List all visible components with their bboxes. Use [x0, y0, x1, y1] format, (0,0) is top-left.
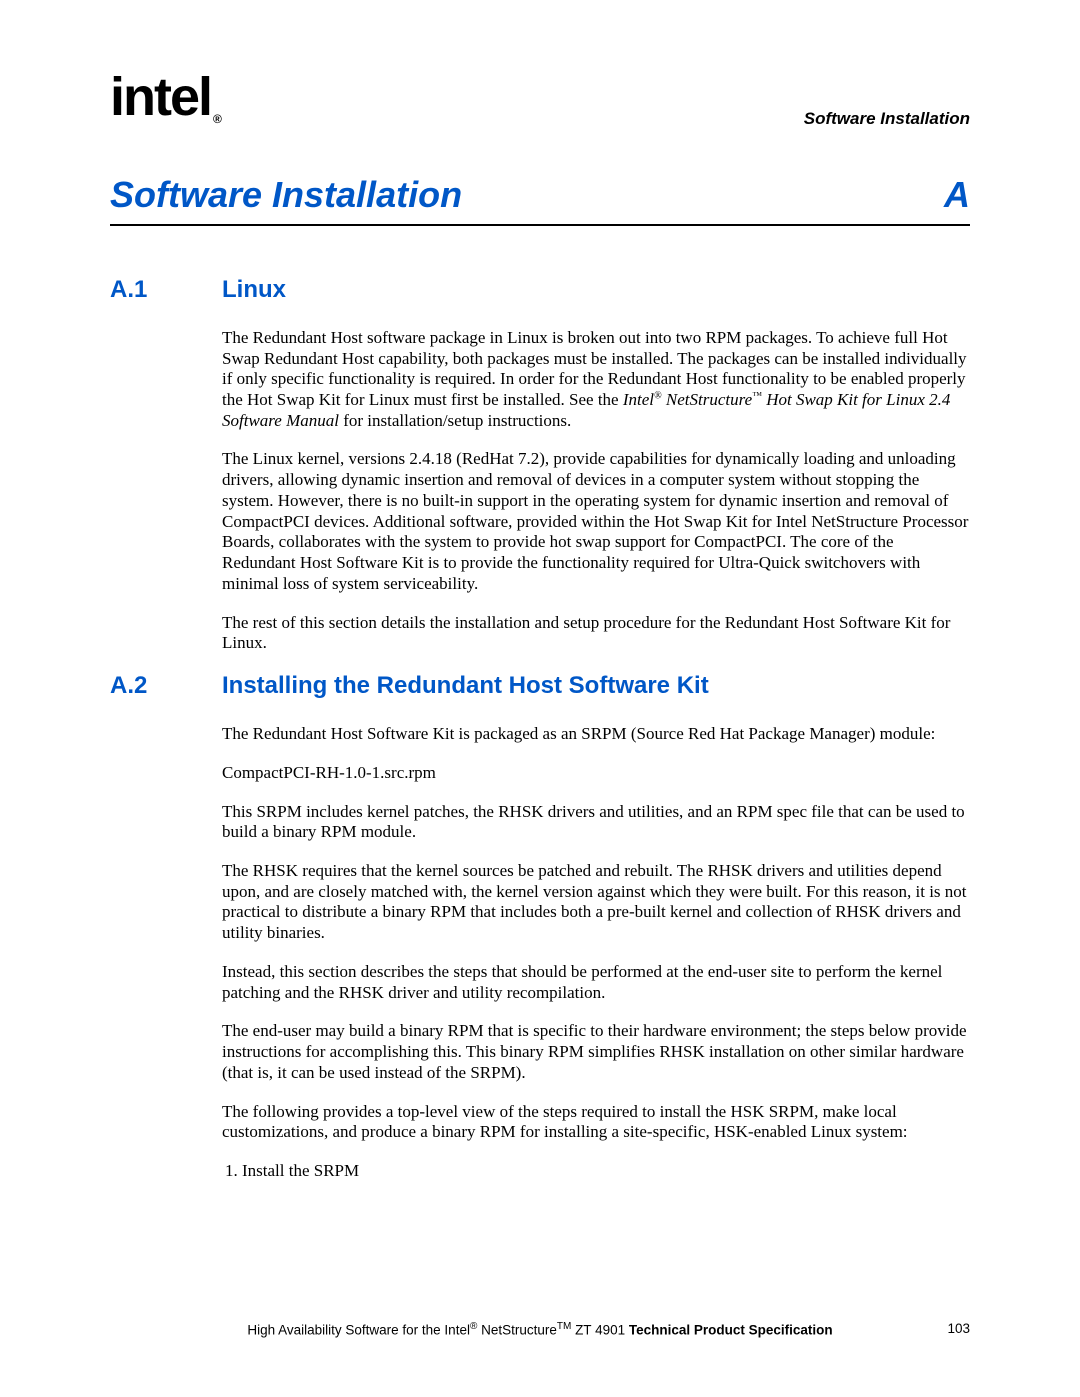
section-title: Installing the Redundant Host Software K… [222, 672, 709, 700]
paragraph: The Redundant Host Software Kit is packa… [222, 724, 970, 745]
text-run: The following provides a top-level view … [222, 1102, 908, 1142]
appendix-letter: A [944, 174, 970, 216]
text-run: NetStructure [662, 390, 753, 409]
section-number: A.1 [110, 276, 222, 304]
text-run: CompactPCI-RH-1.0-1.src.rpm [222, 763, 436, 782]
text-run: The Redundant Host Software Kit is packa… [222, 724, 935, 743]
section-number: A.2 [110, 672, 222, 700]
footer-title: High Availability Software for the Intel… [150, 1321, 930, 1338]
text-run: The end-user may build a binary RPM that… [222, 1021, 967, 1081]
text-run: Instead, this section describes the step… [222, 962, 942, 1002]
chapter-title: Software Installation [110, 174, 462, 216]
page-header: intel® Software Installation [110, 70, 970, 129]
section-body: The Redundant Host software package in L… [222, 328, 970, 654]
text-run: The RHSK requires that the kernel source… [222, 861, 967, 942]
section-heading: A.1Linux [110, 276, 970, 304]
chapter-title-row: Software Installation A [110, 174, 970, 226]
header-section-label: Software Installation [804, 109, 970, 129]
paragraph: CompactPCI-RH-1.0-1.src.rpm [222, 763, 970, 784]
paragraph: The Linux kernel, versions 2.4.18 (RedHa… [222, 449, 970, 594]
text-run: for installation/setup instructions. [339, 411, 571, 430]
text-run: Intel [623, 390, 654, 409]
ordered-list: Install the SRPM [222, 1161, 970, 1182]
intel-logo: intel® [110, 70, 218, 129]
page-footer: High Availability Software for the Intel… [110, 1321, 970, 1338]
registered-symbol: ® [213, 112, 220, 126]
section-heading: A.2Installing the Redundant Host Softwar… [110, 672, 970, 700]
paragraph: The following provides a top-level view … [222, 1102, 970, 1143]
logo-text: intel [110, 67, 211, 127]
paragraph: Instead, this section describes the step… [222, 962, 970, 1003]
paragraph: The end-user may build a binary RPM that… [222, 1021, 970, 1083]
section-body: The Redundant Host Software Kit is packa… [222, 724, 970, 1182]
text-run: The Linux kernel, versions 2.4.18 (RedHa… [222, 449, 968, 592]
page-number: 103 [930, 1321, 970, 1338]
list-item: Install the SRPM [242, 1161, 970, 1182]
text-run: The rest of this section details the ins… [222, 613, 950, 653]
text-run: ™ [752, 390, 762, 401]
paragraph: The Redundant Host software package in L… [222, 328, 970, 432]
paragraph: The rest of this section details the ins… [222, 613, 970, 654]
text-run: This SRPM includes kernel patches, the R… [222, 802, 965, 842]
text-run: ® [654, 390, 662, 401]
content: A.1Linux The Redundant Host software pack… [110, 276, 970, 1182]
page: intel® Software Installation Software In… [0, 0, 1080, 1397]
paragraph: This SRPM includes kernel patches, the R… [222, 802, 970, 843]
paragraph: The RHSK requires that the kernel source… [222, 861, 970, 944]
section-title: Linux [222, 276, 286, 304]
